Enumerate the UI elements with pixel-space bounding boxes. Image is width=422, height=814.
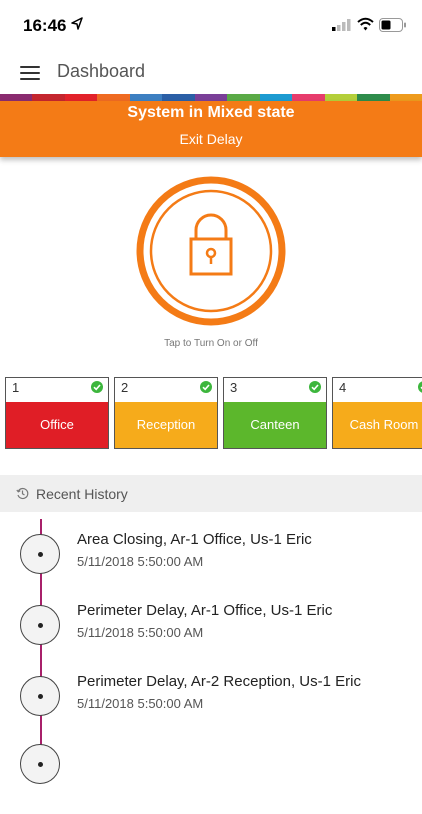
area-number: 3 — [230, 380, 238, 395]
status-time: 16:46 — [23, 16, 67, 35]
history-item[interactable]: Perimeter Delay, Ar-1 Office, Us-1 Eric … — [0, 602, 422, 675]
area-name: Cash Room — [333, 402, 422, 448]
timeline-dot-icon — [20, 744, 60, 784]
check-icon — [309, 381, 321, 393]
cellular-signal-icon — [332, 19, 351, 31]
history-icon — [16, 487, 29, 500]
check-icon — [200, 381, 212, 393]
area-name: Office — [6, 402, 108, 448]
check-icon — [418, 381, 422, 393]
system-state-text: System in Mixed state — [127, 104, 295, 121]
history-item-partial[interactable] — [0, 744, 422, 814]
padlock-icon — [136, 176, 286, 326]
history-item-title: Perimeter Delay, Ar-2 Reception, Us-1 Er… — [77, 673, 361, 690]
recent-history-header: Recent History — [0, 475, 422, 512]
timeline-dot-icon — [20, 605, 60, 645]
arm-toggle-hint: Tap to Turn On or Off — [164, 338, 258, 349]
area-card-cash-room[interactable]: 4 Cash Room — [332, 377, 422, 449]
history-item[interactable]: Area Closing, Ar-1 Office, Us-1 Eric 5/1… — [0, 531, 422, 604]
timeline-dot-icon — [20, 676, 60, 716]
area-number: 2 — [121, 380, 129, 395]
location-arrow-icon — [71, 17, 83, 30]
area-list: 1 Office 2 Reception 3 Canteen 4 Cash Ro… — [5, 377, 422, 449]
history-item-title: Perimeter Delay, Ar-1 Office, Us-1 Eric — [77, 602, 333, 619]
history-item-time: 5/11/2018 5:50:00 AM — [77, 554, 204, 569]
history-item-time: 5/11/2018 5:50:00 AM — [77, 625, 204, 640]
hamburger-menu-icon[interactable] — [20, 65, 40, 81]
recent-history-title: Recent History — [36, 486, 128, 502]
wifi-icon — [357, 17, 374, 31]
battery-icon — [379, 18, 406, 32]
area-name: Reception — [115, 402, 217, 448]
area-name: Canteen — [224, 402, 326, 448]
area-number: 1 — [12, 380, 20, 395]
arm-toggle-button[interactable] — [135, 175, 287, 327]
status-bar: 16:46 — [0, 0, 422, 50]
system-substate-text: Exit Delay — [179, 131, 243, 147]
history-item-title: Area Closing, Ar-1 Office, Us-1 Eric — [77, 531, 312, 548]
history-item[interactable]: Perimeter Delay, Ar-2 Reception, Us-1 Er… — [0, 673, 422, 746]
app-bar: Dashboard — [0, 50, 422, 94]
area-number: 4 — [339, 380, 347, 395]
history-item-time: 5/11/2018 5:50:00 AM — [77, 696, 204, 711]
system-state-banner: System in Mixed state Exit Delay — [0, 101, 422, 157]
page-title: Dashboard — [57, 61, 146, 81]
check-icon — [91, 381, 103, 393]
timeline-dot-icon — [20, 534, 60, 574]
area-card-office[interactable]: 1 Office — [5, 377, 109, 449]
area-card-reception[interactable]: 2 Reception — [114, 377, 218, 449]
area-card-canteen[interactable]: 3 Canteen — [223, 377, 327, 449]
